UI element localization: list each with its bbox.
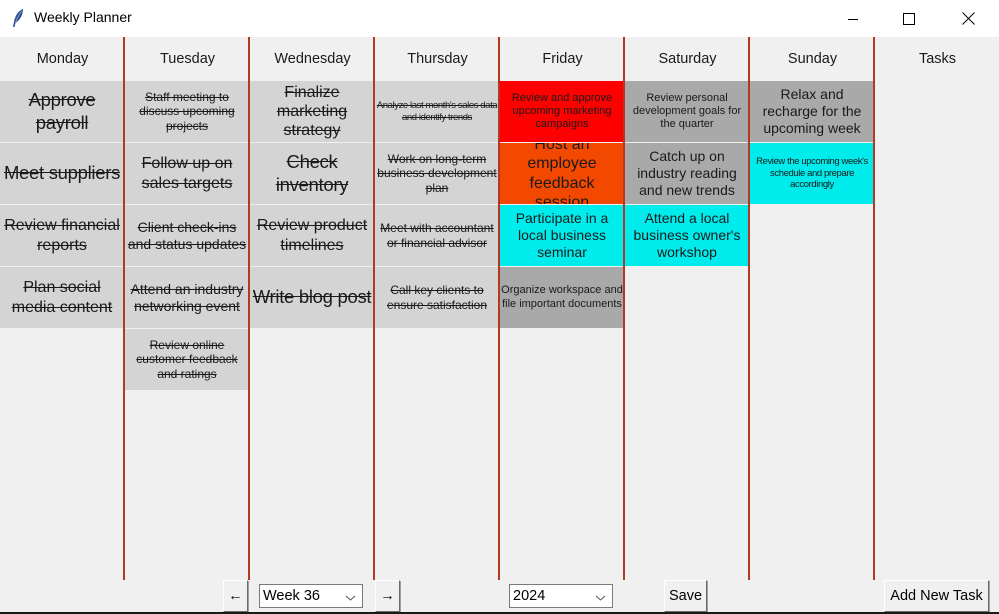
- task-text: Analyze last month's sales data and iden…: [376, 100, 498, 123]
- weekly-board: Monday Approve payroll Meet suppliers Revi…: [0, 37, 999, 614]
- day-header: Wednesday: [274, 50, 351, 67]
- task-text: Review and approve upcoming marketing ca…: [511, 91, 613, 131]
- bottom-toolbar: ← Week 36 → 2024 Save Add New Task: [0, 580, 999, 614]
- window-title: Weekly Planner: [34, 9, 132, 25]
- task-text: Client check-ins and status updates: [127, 218, 247, 252]
- task-card[interactable]: Analyze last month's sales data and iden…: [375, 81, 499, 142]
- column-saturday: Saturday Review personal development goa…: [625, 37, 750, 580]
- task-card[interactable]: Review financial reports: [0, 205, 124, 266]
- task-card[interactable]: Meet suppliers: [0, 143, 124, 204]
- task-text: Staff meeting to discuss upcoming projec…: [139, 89, 235, 133]
- task-card[interactable]: Write blog post: [250, 267, 374, 328]
- year-select-value: 2024: [513, 588, 546, 604]
- task-card[interactable]: Catch up on industry reading and new tre…: [625, 143, 749, 204]
- minimize-button[interactable]: [830, 0, 876, 37]
- day-header: Monday: [36, 50, 89, 67]
- task-text: Attend a local business owner's workshop: [633, 210, 741, 260]
- task-list: Finalize marketing strategy Check invento…: [250, 81, 374, 329]
- arrow-right-icon: →: [380, 588, 395, 604]
- close-icon: [961, 12, 975, 25]
- task-text: Organize workspace and file important do…: [501, 284, 623, 310]
- task-card[interactable]: Review the upcoming week's schedule and …: [750, 143, 874, 204]
- task-text: Host an employee feedback session: [527, 143, 597, 204]
- column-tasks: Tasks: [875, 37, 999, 580]
- task-text: Review the upcoming week's schedule and …: [756, 156, 868, 191]
- column-tuesday: Tuesday Staff meeting to discuss upcomin…: [125, 37, 250, 580]
- task-text: Review product timelines: [256, 217, 368, 254]
- task-card[interactable]: Work on long-term business development p…: [375, 143, 499, 204]
- column-monday: Monday Approve payroll Meet suppliers Revi…: [0, 37, 125, 580]
- column-thursday: Thursday Analyze last month's sales data…: [375, 37, 500, 580]
- task-text: Relax and recharge for the upcoming week: [762, 86, 862, 136]
- maximize-button[interactable]: [886, 0, 932, 37]
- task-card[interactable]: Organize workspace and file important do…: [500, 267, 624, 328]
- task-list: Analyze last month's sales data and iden…: [375, 81, 499, 329]
- task-card[interactable]: Review online customer feedback and rati…: [125, 329, 249, 390]
- task-text: Review personal development goals for th…: [632, 91, 742, 131]
- task-card[interactable]: Meet with accountant or financial adviso…: [375, 205, 499, 266]
- chevron-down-icon: [345, 590, 356, 606]
- task-text: Follow up on sales targets: [141, 155, 233, 192]
- task-card[interactable]: Check inventory: [250, 143, 374, 204]
- task-card[interactable]: Approve payroll: [0, 81, 124, 142]
- task-card[interactable]: Attend an industry networking event: [125, 267, 249, 328]
- task-list: Staff meeting to discuss upcoming projec…: [125, 81, 249, 391]
- chevron-down-icon: [595, 590, 606, 606]
- task-text: Meet suppliers: [3, 162, 121, 184]
- task-text: Call key clients to ensure satisfaction: [386, 283, 488, 312]
- task-card[interactable]: Attend a local business owner's workshop: [625, 205, 749, 266]
- task-card[interactable]: Staff meeting to discuss upcoming projec…: [125, 81, 249, 142]
- task-text: Catch up on industry reading and new tre…: [637, 148, 737, 198]
- close-button[interactable]: [945, 0, 991, 37]
- minimize-icon: [847, 13, 859, 25]
- task-card[interactable]: Host an employee feedback session: [500, 143, 624, 204]
- day-header: Friday: [542, 50, 583, 67]
- task-text: Approve payroll: [28, 89, 96, 133]
- column-wednesday: Wednesday Finalize marketing strategy Che…: [250, 37, 375, 580]
- save-button[interactable]: Save: [664, 580, 707, 612]
- task-list: Review personal development goals for th…: [625, 81, 749, 267]
- task-card[interactable]: Plan social media content: [0, 267, 124, 328]
- task-text: Finalize marketing strategy: [276, 83, 348, 140]
- task-list: Relax and recharge for the upcoming week…: [750, 81, 874, 205]
- task-list: Approve payroll Meet suppliers Review fina…: [0, 81, 124, 329]
- task-card[interactable]: Follow up on sales targets: [125, 143, 249, 204]
- day-header: Saturday: [658, 50, 717, 67]
- task-text: Review online customer feedback and rati…: [136, 337, 238, 381]
- task-card[interactable]: Call key clients to ensure satisfaction: [375, 267, 499, 328]
- arrow-left-icon: ←: [228, 588, 243, 604]
- task-text: Review financial reports: [4, 217, 120, 254]
- task-card[interactable]: Participate in a local business seminar: [500, 205, 624, 266]
- day-header: Sunday: [787, 50, 838, 67]
- prev-week-button[interactable]: ←: [223, 580, 248, 612]
- tasks-header: Tasks: [918, 50, 957, 67]
- week-select[interactable]: Week 36: [259, 584, 363, 608]
- title-bar: Weekly Planner: [0, 0, 999, 37]
- task-text: Check inventory: [275, 151, 349, 195]
- task-text: Attend an industry networking event: [130, 280, 244, 314]
- next-week-button[interactable]: →: [375, 580, 400, 612]
- task-text: Meet with accountant or financial adviso…: [380, 221, 494, 250]
- task-text: Participate in a local business seminar: [515, 210, 609, 260]
- task-card[interactable]: Review and approve upcoming marketing ca…: [500, 81, 624, 142]
- task-card[interactable]: Review personal development goals for th…: [625, 81, 749, 142]
- task-card[interactable]: Review product timelines: [250, 205, 374, 266]
- task-list: Review and approve upcoming marketing ca…: [500, 81, 624, 329]
- day-header: Thursday: [407, 50, 468, 67]
- year-select[interactable]: 2024: [509, 584, 613, 608]
- column-sunday: Sunday Relax and recharge for the upcomi…: [750, 37, 875, 580]
- task-text: Plan social media content: [11, 279, 113, 316]
- task-card[interactable]: Client check-ins and status updates: [125, 205, 249, 266]
- maximize-icon: [903, 12, 915, 25]
- column-friday: Friday Review and approve upcoming marke…: [500, 37, 625, 580]
- week-select-value: Week 36: [263, 588, 320, 604]
- add-new-task-button[interactable]: Add New Task: [884, 580, 989, 612]
- feather-icon: [11, 8, 25, 28]
- task-card[interactable]: Relax and recharge for the upcoming week: [750, 81, 874, 142]
- task-text: Write blog post: [252, 286, 372, 308]
- task-text: Work on long-term business development p…: [377, 151, 497, 195]
- day-header: Tuesday: [159, 50, 216, 67]
- task-card[interactable]: Finalize marketing strategy: [250, 81, 374, 142]
